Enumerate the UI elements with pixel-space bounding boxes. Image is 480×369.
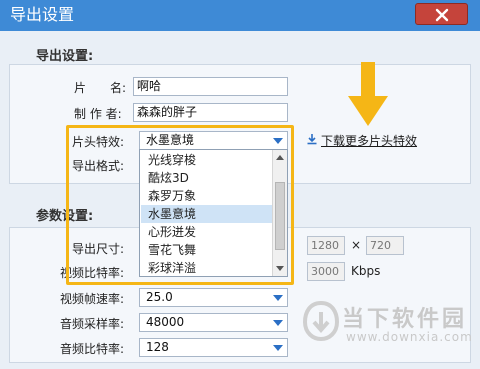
framerate-label: 视频帧速率: xyxy=(60,292,125,306)
times-symbol: × xyxy=(351,238,362,252)
framerate-select[interactable]: 25.0 xyxy=(139,288,288,307)
close-icon xyxy=(435,8,449,22)
title-bar: 导出设置 xyxy=(0,0,480,31)
samplerate-label: 音频采样率: xyxy=(60,317,125,331)
samplerate-value: 48000 xyxy=(146,315,185,329)
more-effects-link[interactable]: 下载更多片头特效 xyxy=(321,132,417,149)
down-arrow-annotation xyxy=(348,62,388,126)
close-button[interactable] xyxy=(415,3,468,25)
video-bitrate-input[interactable]: 3000 xyxy=(307,262,345,281)
audio-bitrate-value: 128 xyxy=(146,340,169,354)
height-input[interactable]: 720 xyxy=(366,236,404,255)
chevron-down-icon xyxy=(273,345,283,351)
highlight-annotation-box xyxy=(66,125,294,285)
title-label: 片 名: xyxy=(74,81,127,95)
window-title: 导出设置 xyxy=(10,5,75,24)
samplerate-select[interactable]: 48000 xyxy=(139,313,288,332)
audio-bitrate-label: 音频比特率: xyxy=(60,342,125,356)
video-bitrate-unit: Kbps xyxy=(351,264,381,278)
audio-bitrate-select[interactable]: 128 xyxy=(139,338,288,357)
title-input[interactable]: 啊哈 xyxy=(133,77,288,96)
watermark-logo xyxy=(302,300,340,342)
author-input[interactable]: 森森的胖子 xyxy=(133,103,288,122)
export-settings-title: 导出设置: xyxy=(36,49,94,64)
download-icon xyxy=(307,134,317,145)
chevron-down-icon xyxy=(273,320,283,326)
chevron-down-icon xyxy=(273,295,283,301)
watermark-text: 当下软件园 xyxy=(342,307,468,332)
framerate-value: 25.0 xyxy=(146,290,173,304)
width-input[interactable]: 1280 xyxy=(307,236,345,255)
author-label: 制 作 者: xyxy=(74,107,122,121)
watermark-url: www.downxia.com xyxy=(346,330,473,344)
